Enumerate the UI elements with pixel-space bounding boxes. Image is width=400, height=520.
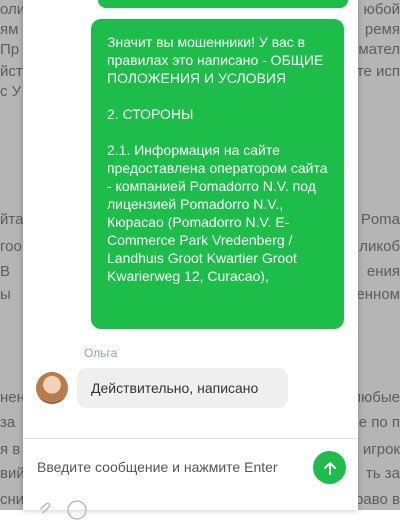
arrow-up-icon <box>323 461 336 475</box>
chat-window: Значит вы мошенники! У вас в правилах эт… <box>23 0 358 520</box>
paperclip-icon[interactable] <box>37 500 53 516</box>
incoming-message-bubble: Действительно, написано <box>77 368 288 408</box>
message-input[interactable] <box>37 452 297 482</box>
send-button[interactable] <box>313 451 346 484</box>
previous-message-bubble <box>98 0 348 8</box>
agent-name: Ольга <box>84 346 118 360</box>
input-divider <box>23 438 358 439</box>
outgoing-message-bubble: Значит вы мошенники! У вас в правилах эт… <box>91 19 344 329</box>
agent-avatar <box>36 372 68 404</box>
emoji-icon[interactable] <box>67 500 87 520</box>
